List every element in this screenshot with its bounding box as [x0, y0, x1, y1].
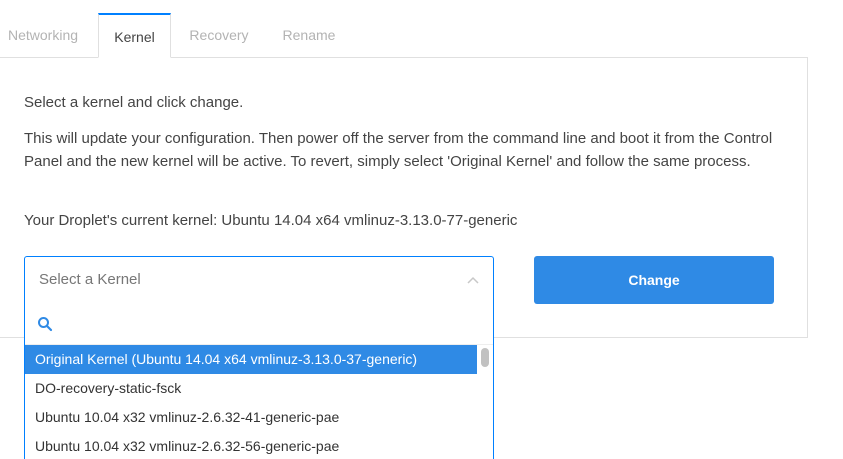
description-text: This will update your configuration. The… [24, 130, 773, 170]
kernel-options-list: Original Kernel (Ubuntu 14.04 x64 vmlinu… [25, 345, 479, 459]
kernel-search-row [25, 303, 493, 345]
scrollbar-thumb[interactable] [481, 348, 489, 367]
search-icon [38, 317, 53, 332]
kernel-dropdown: Original Kernel (Ubuntu 14.04 x64 vmlinu… [24, 303, 494, 459]
chevron-up-icon[interactable] [467, 275, 479, 285]
change-button[interactable]: Change [534, 256, 774, 304]
kernel-option[interactable]: Original Kernel (Ubuntu 14.04 x64 vmlinu… [25, 345, 479, 374]
kernel-select-placeholder: Select a Kernel [39, 271, 141, 288]
kernel-search-input[interactable] [63, 311, 483, 337]
intro-text: Select a kernel and click change. [24, 94, 244, 111]
kernel-select[interactable]: Select a Kernel [24, 256, 494, 304]
tab-kernel[interactable]: Kernel [98, 13, 171, 58]
tab-bar: Networking Kernel Recovery Rename [0, 0, 843, 58]
kernel-option[interactable]: Ubuntu 10.04 x32 vmlinuz-2.6.32-41-gener… [25, 403, 479, 432]
tab-rename[interactable]: Rename [270, 13, 348, 58]
kernel-option[interactable]: Ubuntu 10.04 x32 vmlinuz-2.6.32-56-gener… [25, 432, 479, 459]
kernel-option[interactable]: DO-recovery-static-fsck [25, 374, 479, 403]
current-kernel-text: Your Droplet's current kernel: Ubuntu 14… [24, 212, 518, 229]
tab-networking[interactable]: Networking [0, 13, 86, 58]
tab-recovery[interactable]: Recovery [180, 13, 258, 58]
dropdown-scrollbar[interactable] [477, 345, 493, 459]
